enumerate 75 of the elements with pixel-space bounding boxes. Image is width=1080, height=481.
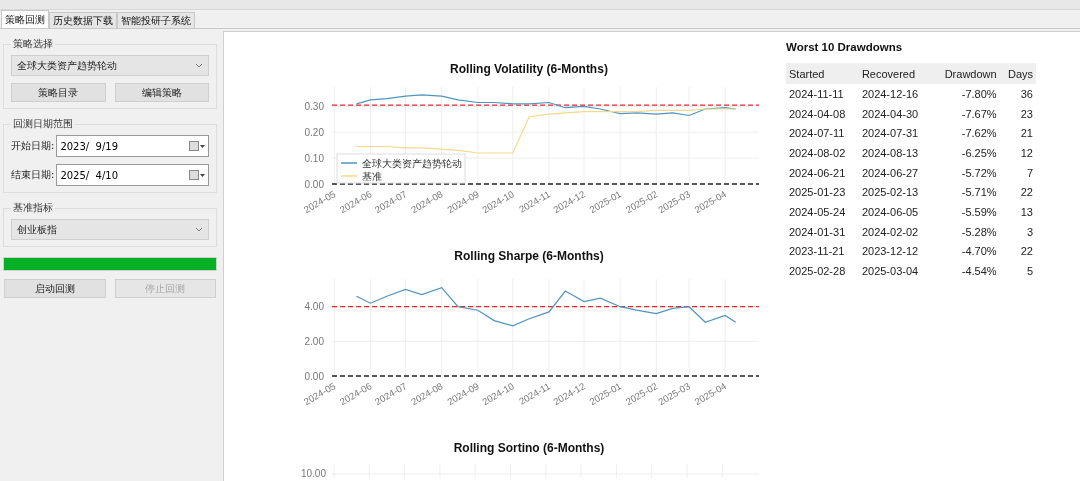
chart-title: Rolling Sharpe (6-Months) <box>454 249 604 263</box>
legend-label: 基准 <box>362 170 382 182</box>
table-cell-text: -4.70% <box>960 244 998 260</box>
column-header: Drawdown <box>931 63 1000 84</box>
dropdown[interactable]: 全球大类资产趋势轮动 <box>11 55 209 76</box>
table-cell-text: 13 <box>1019 204 1034 220</box>
table-cell-text: 2024-06-21 <box>788 165 847 181</box>
table-cell-text: 2024-02-02 <box>860 224 920 240</box>
group-title: 策略选择 <box>12 37 54 51</box>
group-title: 基准指标 <box>12 201 54 215</box>
axis-label: 0.00 <box>304 370 324 382</box>
table-cell: -7.80% <box>931 84 1000 104</box>
table-cell-text: 2024-08-13 <box>860 145 920 161</box>
table-cell-text: 2023-11-21 <box>788 244 846 260</box>
table-cell-text: 2024-05-24 <box>788 204 847 220</box>
table-cell-text: 22 <box>1019 244 1034 260</box>
table-cell-text: -5.71% <box>960 185 998 201</box>
axis-label: 0.00 <box>304 178 324 190</box>
dropdown[interactable]: 创业板指 <box>11 219 209 240</box>
date-input[interactable]: 2025/ 4/10 <box>60 169 189 181</box>
field-label: 开始日期: <box>11 139 55 153</box>
button[interactable]: 启动回测 <box>4 279 106 298</box>
legend-label: 全球大类资产趋势轮动 <box>362 157 462 169</box>
table-cell-text: 2025-02-13 <box>860 185 920 201</box>
table-cell-text: -4.54% <box>960 264 998 280</box>
table-cell-text: 2024-08-02 <box>788 145 847 161</box>
table-cell-text: 2024-06-27 <box>860 165 920 181</box>
axis-label: 0.30 <box>304 100 324 112</box>
table-cell-text: 2023-12-12 <box>860 244 920 260</box>
table-cell-text: 23 <box>1019 106 1034 122</box>
table-cell-text: -5.72% <box>960 165 998 181</box>
table-cell: 2024-12-16 <box>858 84 932 104</box>
table-cell-text: 2025-02-28 <box>788 264 847 280</box>
date-field[interactable]: 2023/ 9/19 <box>56 135 209 157</box>
chart-title: Rolling Sortino (6-Months) <box>453 441 605 455</box>
column-header: Started <box>786 63 859 84</box>
date-input[interactable]: 2023/ 9/19 <box>60 140 189 152</box>
table-cell-text: 5 <box>1025 264 1034 280</box>
table-cell-text: -5.28% <box>960 224 998 240</box>
table-cell-text: -7.62% <box>960 126 998 142</box>
table-cell: 2024-11-11 <box>786 84 859 104</box>
tab[interactable]: 策略回测 <box>1 10 49 28</box>
table-cell-text: 2024-06-05 <box>860 204 920 220</box>
table-cell-text: 2024-07-31 <box>860 126 920 142</box>
table-cell-text: 3 <box>1025 224 1034 240</box>
table-cell-text: 2025-03-04 <box>860 264 920 280</box>
tab[interactable]: 历史数据下载 <box>49 12 117 28</box>
table-cell-text: 2024-01-31 <box>788 224 847 240</box>
axis-label: 2.00 <box>304 335 324 347</box>
tab[interactable]: 智能投研子系统 <box>117 12 195 28</box>
table-cell-text: 12 <box>1019 145 1034 161</box>
table-cell-text: -7.67% <box>960 106 998 122</box>
date-field[interactable]: 2025/ 4/10 <box>56 164 209 186</box>
table-cell-text: 2024-04-30 <box>860 106 920 122</box>
column-header: Days <box>999 63 1036 84</box>
axis-label: 0.10 <box>304 152 324 164</box>
chart-title: Rolling Volatility (6-Months) <box>450 62 608 76</box>
group-title: 回测日期范围 <box>12 117 74 131</box>
table-cell-text: 22 <box>1019 185 1034 201</box>
table-cell-text: 21 <box>1019 126 1034 142</box>
axis-label: 4.00 <box>304 301 324 313</box>
column-header: Recovered <box>858 63 932 84</box>
button[interactable]: 编辑策略 <box>114 83 209 102</box>
table-cell-text: 7 <box>1025 165 1034 181</box>
axis-label: 0.20 <box>304 126 324 138</box>
table-title: Worst 10 Drawdowns <box>786 41 904 53</box>
table-cell-text: -5.59% <box>960 204 998 220</box>
table-cell-text: 2024-07-11 <box>788 126 846 142</box>
button[interactable]: 策略目录 <box>11 83 106 102</box>
table-cell-text: 2024-04-08 <box>788 106 847 122</box>
axis-label: 10.00 <box>300 468 326 478</box>
table-cell: 36 <box>999 84 1036 104</box>
table-cell-text: -6.25% <box>960 145 998 161</box>
field-label: 结束日期: <box>11 168 55 182</box>
table-cell-text: 2025-01-23 <box>788 185 847 201</box>
